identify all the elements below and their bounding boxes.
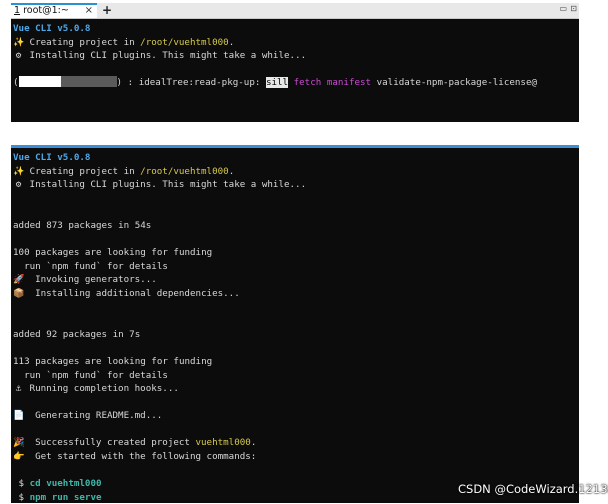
creating-suffix: . bbox=[228, 165, 235, 177]
installing-text: Installing CLI plugins. This might take … bbox=[24, 179, 307, 191]
tab-list-icon[interactable]: ⊡ bbox=[570, 4, 577, 13]
installing-deps-text: Installing additional dependencies... bbox=[24, 287, 240, 299]
pointing-hand-icon: 👉 bbox=[13, 451, 25, 463]
vue-cli-version: Vue CLI v5.0.8 bbox=[13, 152, 91, 163]
installing-text: Installing CLI plugins. This might take … bbox=[24, 50, 307, 62]
anchor-icon: ⚓ bbox=[15, 383, 22, 395]
project-path: /root/vuehtml000 bbox=[140, 36, 229, 48]
project-path: /root/vuehtml000 bbox=[140, 165, 229, 177]
gear-icon: ⚙ bbox=[15, 50, 22, 62]
creating-suffix: . bbox=[228, 36, 235, 48]
tab-root[interactable]: 1 root@1:~ × bbox=[11, 3, 97, 18]
log-manifest: manifest bbox=[321, 77, 372, 89]
package-icon: 📦 bbox=[13, 287, 25, 299]
command-serve[interactable]: npm run serve bbox=[30, 492, 102, 503]
get-started-text: Get started with the following commands: bbox=[24, 451, 257, 463]
sparkle-icon: ✨ bbox=[13, 165, 25, 177]
terminal-output[interactable]: Vue CLI v5.0.8 ✨ Creating project in /ro… bbox=[11, 19, 579, 90]
vue-cli-version: Vue CLI v5.0.8 bbox=[13, 23, 91, 34]
progress-bar-fill bbox=[18, 76, 61, 88]
readme-text: Generating README.md... bbox=[24, 410, 163, 422]
creating-text: Creating project in bbox=[24, 36, 141, 48]
party-icon: 🎉 bbox=[13, 437, 25, 449]
project-name: vuehtml000 bbox=[195, 437, 251, 449]
terminal-window-bottom: Vue CLI v5.0.8 ✨ Creating project in /ro… bbox=[11, 145, 579, 503]
added-packages-1: added 873 packages in 54s bbox=[13, 219, 152, 231]
log-level-sill: sill bbox=[265, 77, 289, 89]
terminal-window-top: 1 root@1:~ × + ▭ ⊡ Vue CLI v5.0.8 ✨ Crea… bbox=[11, 3, 579, 122]
added-packages-2: added 92 packages in 7s bbox=[13, 328, 141, 340]
invoking-text: Invoking generators... bbox=[24, 274, 157, 286]
log-package: validate-npm-package-license@ bbox=[371, 77, 538, 89]
prompt-symbol: $ bbox=[13, 491, 30, 503]
progress-close: ) bbox=[116, 77, 128, 89]
creating-text: Creating project in bbox=[24, 165, 141, 177]
watermark: CSDN @CodeWizard.12138 bbox=[458, 482, 608, 496]
document-icon: 📄 bbox=[13, 410, 25, 422]
close-icon[interactable]: × bbox=[85, 5, 93, 17]
hooks-text: Running completion hooks... bbox=[24, 383, 179, 395]
new-tab-button[interactable]: + bbox=[102, 3, 112, 17]
window-menu-icon[interactable]: ▭ bbox=[559, 4, 567, 13]
funding-notice-2: 113 packages are looking for funding bbox=[13, 355, 213, 367]
funding-notice-1: 100 packages are looking for funding bbox=[13, 247, 213, 259]
fund-details-2: run `npm fund` for details bbox=[13, 369, 168, 381]
terminal-output[interactable]: Vue CLI v5.0.8 ✨ Creating project in /ro… bbox=[11, 148, 579, 504]
progress-bar bbox=[18, 76, 117, 88]
tab-bar: 1 root@1:~ × + ▭ ⊡ bbox=[11, 3, 579, 19]
progress-status: idealTree:read-pkg-up: bbox=[133, 77, 266, 89]
log-fetch: fetch bbox=[288, 77, 322, 89]
success-suffix: . bbox=[250, 437, 257, 449]
success-text: Successfully created project bbox=[24, 437, 196, 449]
prompt-symbol: $ bbox=[13, 478, 30, 490]
rocket-icon: 🚀 bbox=[13, 274, 25, 286]
tab-title: root@1:~ bbox=[20, 5, 69, 16]
fund-details-1: run `npm fund` for details bbox=[13, 260, 168, 272]
sparkle-icon: ✨ bbox=[13, 36, 25, 48]
command-cd[interactable]: cd vuehtml000 bbox=[30, 478, 102, 489]
gear-icon: ⚙ bbox=[15, 179, 22, 191]
